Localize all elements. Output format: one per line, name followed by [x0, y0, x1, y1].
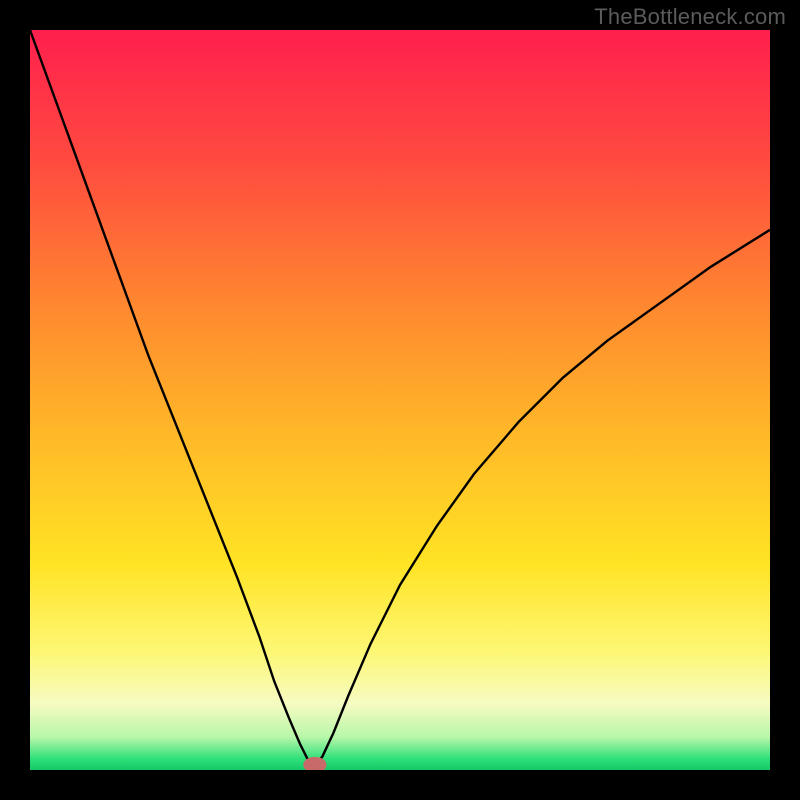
- optimum-marker: [304, 757, 326, 770]
- plot-svg: [30, 30, 770, 770]
- watermark-text: TheBottleneck.com: [594, 4, 786, 30]
- plot-area: [30, 30, 770, 770]
- chart-frame: TheBottleneck.com: [0, 0, 800, 800]
- gradient-background: [30, 30, 770, 770]
